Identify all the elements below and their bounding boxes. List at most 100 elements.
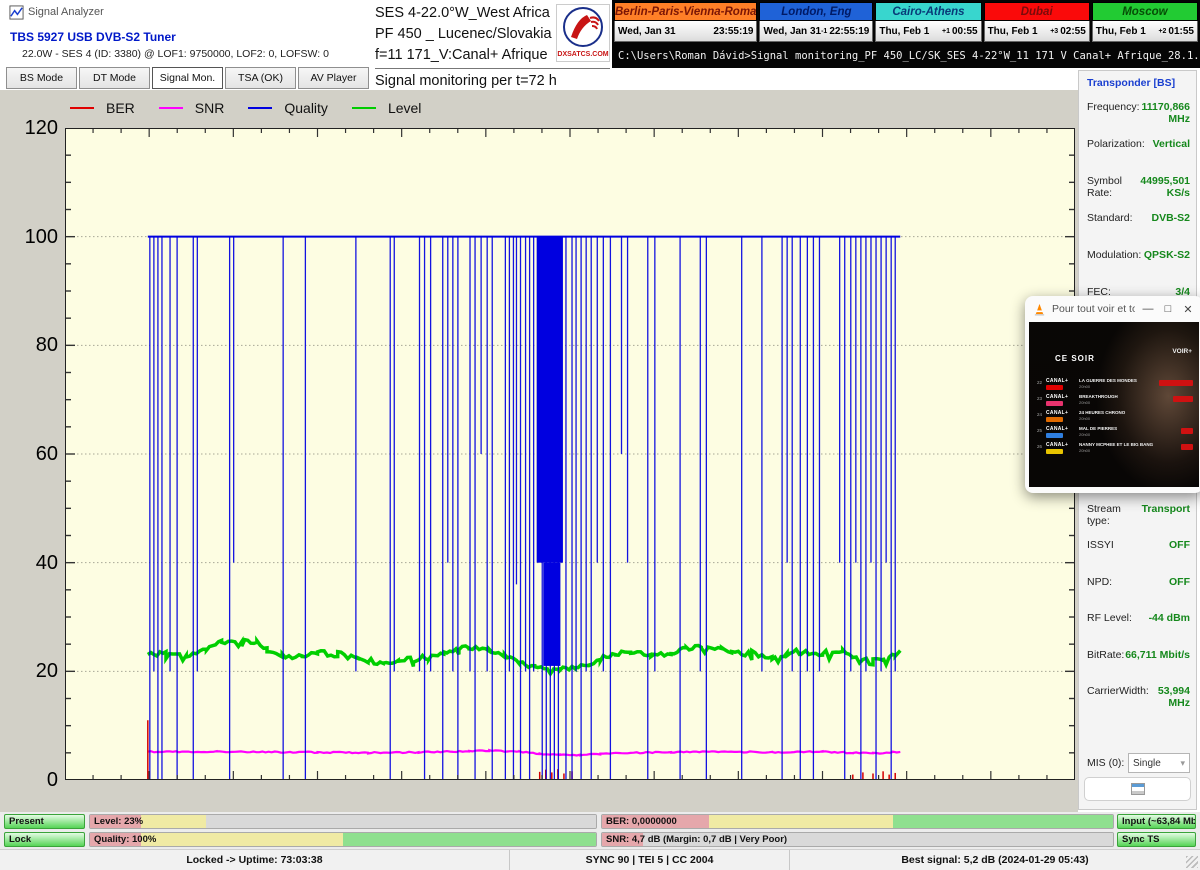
mis-select[interactable]: Single ▾ [1128, 753, 1190, 773]
clock-date: Thu, Feb 1 [988, 26, 1051, 37]
clock-utc-offset: +1 [942, 28, 950, 35]
clock-city: Berlin-Paris-Vienna-Roma [614, 2, 757, 21]
signal-plot-svg [65, 128, 1075, 780]
status-best-signal: Best signal: 5,2 dB (2024-01-29 05:43) [790, 850, 1200, 870]
row-label: Stream type: [1087, 503, 1142, 527]
export-button[interactable] [1084, 777, 1191, 801]
vlc-video-area[interactable]: CE SOIR VOIR+ 22CANAL+LA GUERRE DES MOND… [1029, 322, 1199, 487]
epg-row: 22CANAL+LA GUERRE DES MONDES20h00 [1037, 378, 1193, 394]
epg-channel-name: CANAL+ [1046, 378, 1076, 384]
epg-tag-chip [1181, 428, 1193, 434]
legend-color-dash [159, 107, 183, 109]
header-line-satellite: SES 4-22.0°W_West Africa [375, 3, 557, 24]
row-value: 11170,866 MHz [1140, 101, 1190, 125]
row-value: QPSK-S2 [1144, 249, 1190, 261]
tab-tsa-ok-[interactable]: TSA (OK) [225, 67, 296, 89]
row-value: OFF [1169, 576, 1190, 588]
ber-bar-label: BER: 0,0000000 [606, 816, 677, 827]
quality-bar-label: Quality: 100% [94, 834, 156, 845]
clock-time: 02:55 [1060, 26, 1086, 37]
row-value: OFF [1169, 539, 1190, 551]
clock-time: 00:55 [952, 26, 978, 37]
legend-label: BER [106, 100, 135, 116]
epg-channel-badge [1046, 433, 1063, 438]
epg-channel-name: CANAL+ [1046, 394, 1076, 400]
dxsatcs-logo: DXSATCS.COM [556, 4, 610, 62]
row-label: BitRate: [1087, 649, 1124, 661]
bar-segment-yellow [709, 815, 893, 828]
row-label: RF Level: [1087, 612, 1132, 624]
epg-program-title: BREAKTHROUGH [1079, 394, 1173, 399]
tuner-name: TBS 5927 USB DVB-S2 Tuner [10, 30, 176, 44]
row-label: Standard: [1087, 212, 1133, 224]
level-bar: Level: 23% [89, 814, 597, 829]
snr-bar: SNR: 4,7 dB (Margin: 0,7 dB | Very Poor) [601, 832, 1114, 847]
transponder-panel-title: Transponder [BS] [1087, 77, 1175, 89]
status-lock-uptime: Locked -> Uptime: 73:03:38 [0, 850, 510, 870]
row-label: Symbol Rate: [1087, 175, 1134, 199]
resize-grip[interactable] [1186, 856, 1198, 868]
table-icon [1131, 783, 1145, 795]
y-axis-tick-label: 100 [12, 226, 58, 249]
clock-time: 22:55:19 [829, 26, 869, 37]
tab-av-player[interactable]: AV Player [298, 67, 369, 89]
transponder-row-modulation-: Modulation:QPSK-S2 [1087, 249, 1190, 261]
row-label: NPD: [1087, 576, 1112, 588]
status-sync-counters: SYNC 90 | TEI 5 | CC 2004 [510, 850, 790, 870]
legend-label: Quality [284, 100, 328, 116]
transponder-row-frequency-: Frequency:11170,866 MHz [1087, 101, 1190, 125]
legend-item-ber: BER [70, 100, 135, 116]
epg-program-time: 20h00 [1079, 400, 1173, 405]
tab-dt-mode[interactable]: DT Mode [79, 67, 150, 89]
app-icon [9, 5, 24, 20]
epg-program-time: 20h00 [1079, 416, 1193, 421]
epg-channel-name: CANAL+ [1046, 426, 1076, 432]
y-axis-tick-label: 40 [12, 552, 58, 575]
legend-item-snr: SNR [159, 100, 225, 116]
clock-time: 23:55:19 [713, 26, 753, 37]
bar-segment-yellow [141, 833, 343, 846]
clock-date: Thu, Feb 1 [879, 26, 942, 37]
world-clock-bar: Berlin-Paris-Vienna-RomaWed, Jan 3123:55… [614, 2, 1198, 42]
transponder-row-issyi: ISSYIOFF [1087, 539, 1190, 551]
epg-channel-number: 23 [1037, 394, 1046, 401]
level-bar-label: Level: 23% [94, 816, 143, 827]
epg-program-title: NANNY MCPHEE ET LE BIG BANG [1079, 442, 1181, 447]
transponder-row-stream-type-: Stream type:Transport [1087, 503, 1190, 527]
snr-bar-label: SNR: 4,7 dB (Margin: 0,7 dB | Very Poor) [606, 834, 787, 845]
vlc-close-button[interactable]: ✕ [1181, 303, 1195, 316]
tab-signal-mon-[interactable]: Signal Mon. [152, 67, 223, 89]
row-label: Frequency: [1087, 101, 1140, 125]
clock-city: London, Eng [759, 2, 873, 21]
clock-city: Cairo-Athens [875, 2, 981, 21]
row-value: 66,711 Mbit/s [1125, 649, 1190, 661]
vlc-titlebar[interactable]: Pour tout voir et to... — □ ✕ [1025, 296, 1200, 322]
row-value: DVB-S2 [1151, 212, 1190, 224]
clock-utc-offset: +3 [1050, 28, 1058, 35]
tab-bs-mode[interactable]: BS Mode [6, 67, 77, 89]
clock-city: Moscow [1092, 2, 1198, 21]
transponder-row-npd-: NPD: OFF [1087, 576, 1190, 588]
epg-channel-badge [1046, 401, 1063, 406]
clock-london-eng: London, EngWed, Jan 31-122:55:19 [759, 2, 873, 42]
epg-program-time: 20h00 [1079, 384, 1159, 389]
vlc-minimize-button[interactable]: — [1141, 303, 1155, 315]
vlc-window-title: Pour tout voir et to... [1052, 303, 1135, 315]
legend-label: Level [388, 100, 421, 116]
bar-segment-gray [206, 815, 596, 828]
vlc-maximize-button[interactable]: □ [1161, 303, 1175, 315]
row-value: 53,994 MHz [1149, 685, 1190, 709]
input-rate-indicator: Input (~63,84 Mbps) [1117, 814, 1196, 829]
chart-region: BERSNRQualityLevel 020406080100120 [0, 90, 1078, 812]
transponder-row-carrierwidth-: CarrierWidth:53,994 MHz [1087, 685, 1190, 709]
y-axis-tick-label: 20 [12, 660, 58, 683]
row-value: Transport [1142, 503, 1190, 527]
transponder-row-polarization-: Polarization:Vertical [1087, 138, 1190, 150]
transponder-row-rf-level-: RF Level:-44 dBm [1087, 612, 1190, 624]
y-axis-tick-label: 60 [12, 443, 58, 466]
y-axis-tick-label: 120 [12, 117, 58, 140]
header-line-site: PF 450 _ Lucenec/Slovakia [375, 24, 557, 45]
legend-color-dash [70, 107, 94, 109]
epg-row: 23CANAL+BREAKTHROUGH20h00 [1037, 394, 1193, 410]
row-value: Vertical [1153, 138, 1190, 150]
